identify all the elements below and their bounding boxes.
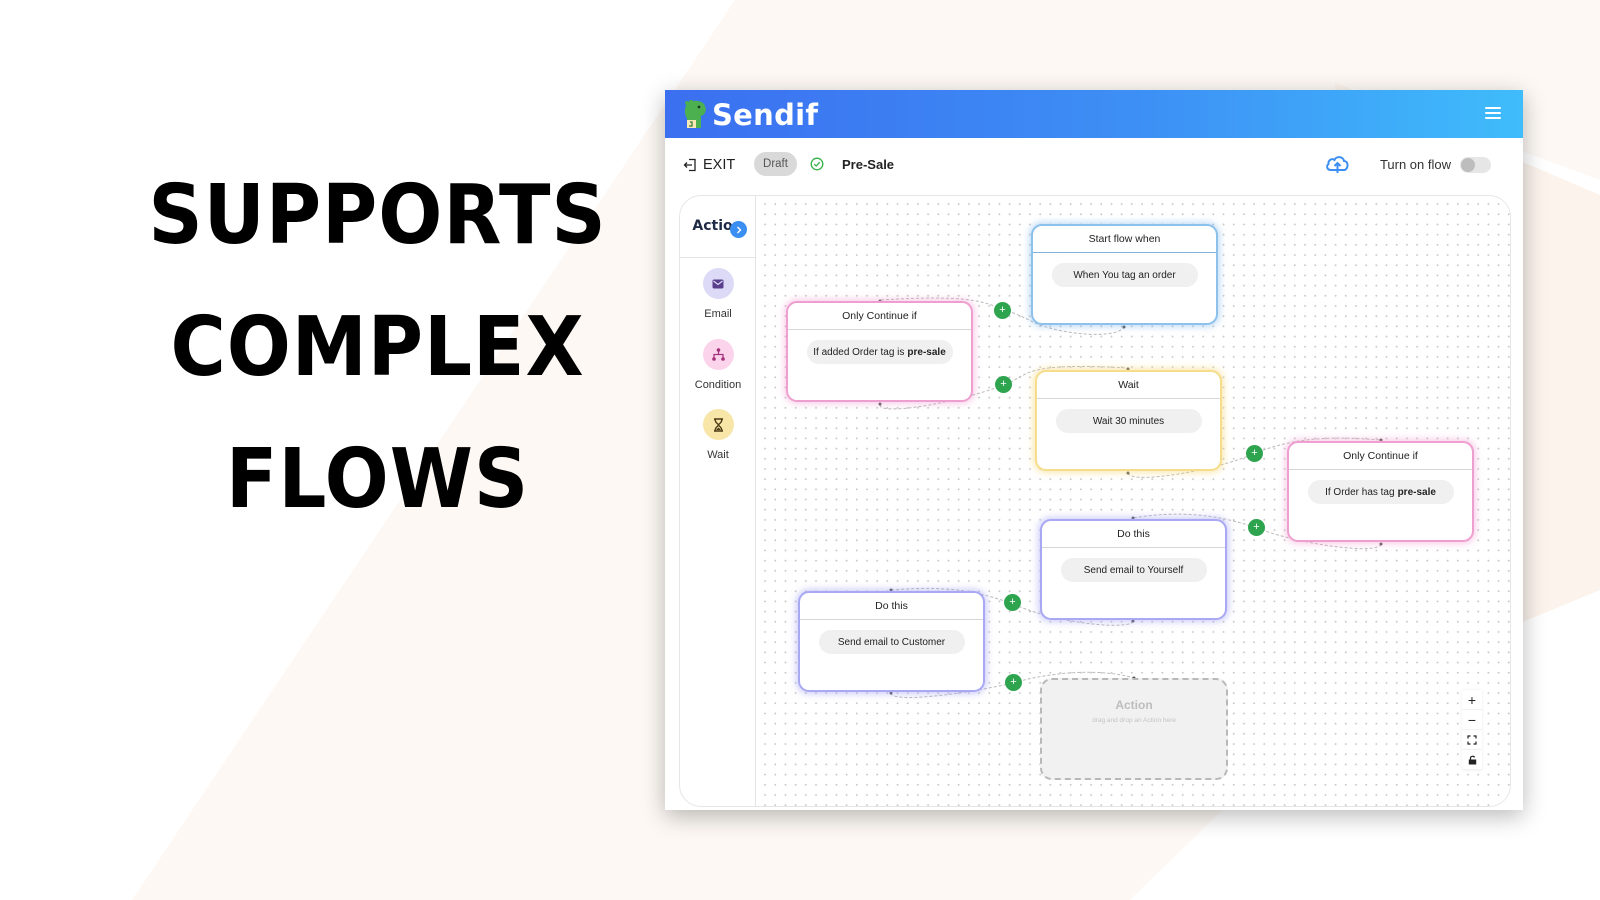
sidebar-collapse-button[interactable] bbox=[730, 221, 747, 238]
exit-icon bbox=[683, 158, 696, 172]
hamburger-menu-icon[interactable] bbox=[1485, 107, 1501, 119]
headline-line-3: FLOWS bbox=[225, 432, 530, 527]
node-condition-2[interactable]: Only Continue if If Order has tag pre-sal… bbox=[1287, 441, 1474, 542]
app-header: Sendif bbox=[665, 90, 1523, 138]
turn-on-flow-toggle[interactable] bbox=[1460, 157, 1491, 173]
branch-icon bbox=[702, 339, 734, 370]
node-action-pill[interactable]: Send email to Customer bbox=[818, 630, 965, 654]
node-condition-1[interactable]: Only Continue if If added Order tag is pr… bbox=[786, 301, 973, 402]
sidebar-item-label: Condition bbox=[694, 379, 742, 391]
action-sidebar: Action Email Condition Wait bbox=[680, 196, 756, 806]
node-title: Only Continue if bbox=[788, 303, 971, 330]
cloud-upload-icon[interactable] bbox=[1325, 153, 1350, 175]
lock-button[interactable] bbox=[1462, 750, 1482, 770]
flow-name[interactable]: Pre-Sale bbox=[842, 157, 894, 172]
node-wait-pill[interactable]: Wait 30 minutes bbox=[1055, 409, 1202, 433]
node-action-email-yourself[interactable]: Do this Send email to Yourself bbox=[1040, 519, 1227, 620]
node-action-email-customer[interactable]: Do this Send email to Customer bbox=[798, 591, 985, 692]
toolbar: EXIT Draft Pre-Sale Turn on flow bbox=[665, 138, 1523, 194]
node-title: Wait bbox=[1037, 372, 1220, 399]
fit-view-button[interactable] bbox=[1462, 730, 1482, 750]
hourglass-icon bbox=[702, 409, 734, 440]
action-drop-zone[interactable]: Action drag and drop an Action here bbox=[1040, 678, 1228, 780]
headline-line-1: SUPPORTS bbox=[148, 168, 607, 263]
node-pill-text: Send email to Yourself bbox=[1083, 564, 1184, 576]
lock-icon bbox=[1468, 755, 1476, 764]
node-title: Start flow when bbox=[1033, 226, 1216, 253]
add-step-button[interactable]: + bbox=[1246, 445, 1263, 462]
add-step-button[interactable]: + bbox=[994, 302, 1011, 319]
add-step-button[interactable]: + bbox=[995, 376, 1012, 393]
node-trigger-pill[interactable]: When You tag an order bbox=[1051, 263, 1198, 287]
sidebar-item-email[interactable]: Email bbox=[680, 268, 756, 320]
headline-line-2: COMPLEX bbox=[170, 300, 585, 395]
drop-zone-subtitle: drag and drop an Action here bbox=[1092, 717, 1176, 724]
sidebar-item-label: Wait bbox=[707, 449, 729, 461]
add-step-button[interactable]: + bbox=[1004, 594, 1021, 611]
sidebar-item-label: Email bbox=[704, 308, 732, 320]
node-condition-pill[interactable]: If added Order tag is pre-sale bbox=[806, 340, 953, 364]
fit-view-icon bbox=[1467, 734, 1477, 745]
node-title: Do this bbox=[1042, 521, 1225, 548]
node-pill-bold: pre-sale bbox=[907, 346, 946, 358]
add-step-button[interactable]: + bbox=[1248, 519, 1265, 536]
sidebar-item-wait[interactable]: Wait bbox=[680, 409, 756, 461]
chevron-right-icon bbox=[736, 226, 741, 233]
exit-button[interactable]: EXIT bbox=[683, 157, 735, 173]
node-pill-text: If added Order tag is bbox=[813, 346, 905, 358]
canvas-zoom-controls: + − bbox=[1462, 690, 1482, 770]
drop-zone-title: Action bbox=[1115, 698, 1153, 712]
node-pill-text: Wait 30 minutes bbox=[1092, 415, 1165, 427]
node-pill-bold: pre-sale bbox=[1397, 486, 1436, 498]
headline: SUPPORTS COMPLEX FLOWS bbox=[141, 150, 615, 546]
add-step-button[interactable]: + bbox=[1005, 674, 1022, 691]
status-badge: Draft bbox=[754, 152, 797, 176]
zoom-out-button[interactable]: − bbox=[1462, 710, 1482, 730]
toggle-knob bbox=[1461, 158, 1475, 172]
node-condition-pill[interactable]: If Order has tag pre-sale bbox=[1307, 480, 1454, 504]
sidebar-item-condition[interactable]: Condition bbox=[680, 339, 756, 391]
node-start-flow[interactable]: Start flow when When You tag an order bbox=[1031, 224, 1218, 325]
node-wait[interactable]: Wait Wait 30 minutes bbox=[1035, 370, 1222, 471]
turn-on-flow-label: Turn on flow bbox=[1379, 157, 1451, 172]
node-pill-text: When You tag an order bbox=[1073, 269, 1176, 281]
node-pill-text: If Order has tag bbox=[1325, 486, 1395, 498]
exit-label: EXIT bbox=[703, 157, 736, 173]
zoom-in-button[interactable]: + bbox=[1462, 690, 1482, 710]
envelope-icon bbox=[702, 268, 734, 299]
dinosaur-logo-icon bbox=[684, 100, 706, 128]
logo[interactable]: Sendif bbox=[683, 98, 818, 132]
node-title: Do this bbox=[800, 593, 983, 620]
check-circle-icon bbox=[810, 157, 824, 171]
brand-name: Sendif bbox=[712, 98, 819, 132]
node-action-pill[interactable]: Send email to Yourself bbox=[1060, 558, 1207, 582]
node-pill-text: Send email to Customer bbox=[837, 636, 946, 648]
node-title: Only Continue if bbox=[1289, 443, 1472, 470]
sidebar-divider bbox=[680, 257, 755, 258]
